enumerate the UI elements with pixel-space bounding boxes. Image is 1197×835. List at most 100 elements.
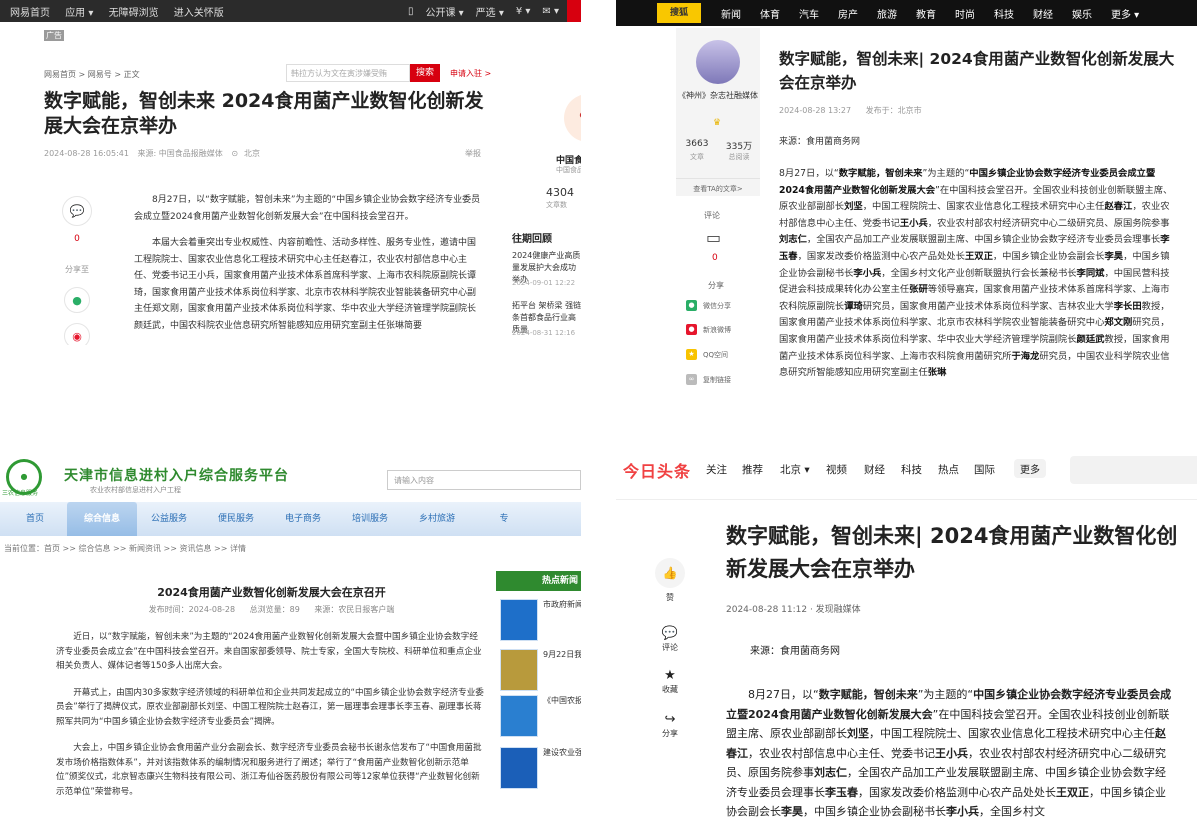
- nav-sports[interactable]: 体育: [760, 6, 780, 21]
- news-thumbnail: [500, 599, 538, 641]
- payment-menu[interactable]: ¥ ▾: [516, 6, 531, 17]
- nav-tech[interactable]: 科技: [901, 462, 922, 477]
- share-wechat[interactable]: ● 微信分享: [686, 300, 731, 311]
- nav-follow[interactable]: 关注: [706, 462, 727, 477]
- hot-news-item[interactable]: 市政府新闻办“2024中国节金秋消费”: [500, 599, 581, 645]
- author-avatar[interactable]: [696, 40, 740, 84]
- view-author-articles-link[interactable]: 查看TA的文章>: [676, 178, 760, 194]
- nav-more[interactable]: 更多 ▾: [1111, 6, 1139, 21]
- nav-ent[interactable]: 娱乐: [1072, 6, 1092, 21]
- login-button[interactable]: [567, 0, 581, 22]
- past-review-title: 往期回顾: [512, 234, 552, 245]
- accessibility-link[interactable]: 无障碍浏览: [109, 8, 159, 19]
- article-meta: 2024-08-28 11:12 · 发现融媒体: [726, 605, 861, 615]
- home-link[interactable]: 网易首页: [10, 8, 50, 19]
- yanxuan-menu[interactable]: 严选 ▾: [476, 4, 504, 19]
- netease-article-screenshot: 网易首页 应用 ▾ 无障碍浏览 进入关怀版 ▯ 公开课 ▾ 严选 ▾ ¥ ▾ ✉…: [0, 0, 581, 345]
- favorite-button[interactable]: ★ 收藏: [652, 668, 688, 695]
- mail-menu[interactable]: ✉ ▾: [542, 6, 559, 17]
- comment-icon[interactable]: 💬: [62, 196, 92, 226]
- wechat-icon[interactable]: ●: [64, 287, 90, 313]
- share-button[interactable]: ↪ 分享: [652, 712, 688, 739]
- share-label: 分享至: [65, 265, 89, 274]
- search-input[interactable]: 韩拉方认为文在寅涉嫌受贿: [286, 64, 410, 82]
- open-course-menu[interactable]: 公开课 ▾: [425, 4, 463, 19]
- top-bar: 今日头条 关注 推荐 北京 ▾ 视频 财经 科技 热点 国际 更多: [616, 440, 1197, 500]
- article-count: 3663: [685, 139, 709, 149]
- hot-news-text: 9月22日我七个中国农主场活动: [543, 650, 581, 659]
- publish-date: 2024-08-28 16:05:41: [44, 149, 129, 158]
- sohu-logo[interactable]: 搜狐: [657, 3, 701, 23]
- care-mode-link[interactable]: 进入关怀版: [174, 8, 224, 19]
- nav-edu[interactable]: 教育: [916, 6, 936, 21]
- view-count-label: 总阅读: [728, 153, 750, 161]
- publish-place: 发布于：北京市: [865, 106, 922, 115]
- nav-house[interactable]: 房产: [838, 6, 858, 21]
- hot-news-item[interactable]: 《中国农报告2023》——我国农: [500, 695, 581, 741]
- author-avatar[interactable]: ✿: [564, 94, 581, 142]
- nav-auto[interactable]: 汽车: [799, 6, 819, 21]
- menu-public-service[interactable]: 公益服务: [134, 502, 204, 536]
- copy-link[interactable]: ∞ 复制链接: [686, 374, 731, 385]
- nav-beijing[interactable]: 北京 ▾: [780, 462, 810, 477]
- article-meta: 2024-08-28 16:05:41 来源: 中国食品报融媒体 ⊙ 北京: [44, 148, 266, 159]
- nav-international[interactable]: 国际: [974, 462, 995, 477]
- weibo-icon[interactable]: ◉: [64, 323, 90, 345]
- share-label: 分享: [662, 729, 678, 738]
- register-link[interactable]: 申请入驻 >: [450, 68, 491, 79]
- comment-label: 评论: [704, 211, 720, 220]
- share-weibo[interactable]: ● 新浪微博: [686, 324, 731, 335]
- search-input[interactable]: [1070, 456, 1197, 484]
- toutiao-article-screenshot: 今日头条 关注 推荐 北京 ▾ 视频 财经 科技 热点 国际 更多 👍 赞 💬 …: [616, 440, 1197, 835]
- menu-home[interactable]: 首页: [0, 502, 70, 536]
- apps-menu[interactable]: 应用 ▾: [65, 8, 93, 19]
- link-icon: ∞: [686, 374, 697, 385]
- menu-ecommerce[interactable]: 电子商务: [268, 502, 338, 536]
- share-qzone[interactable]: ★ QQ空间: [686, 349, 728, 360]
- paragraph: 8月27日，以“数字赋能，智创未来”为主题的“中国乡镇企业协会数字经济专业委员会…: [134, 195, 481, 222]
- like-button[interactable]: 👍 赞: [652, 558, 688, 603]
- report-link[interactable]: 举报: [465, 148, 481, 159]
- comment-label: 评论: [662, 643, 678, 652]
- breadcrumb[interactable]: 当前位置：首页 >> 综合信息 >> 新闻资讯 >> 资讯信息 >> 详情: [4, 543, 246, 554]
- view-count: 335万: [725, 142, 753, 152]
- nav-video[interactable]: 视频: [826, 462, 847, 477]
- nav-finance[interactable]: 财经: [1033, 6, 1053, 21]
- article-count: 4304: [546, 186, 574, 199]
- menu-convenience[interactable]: 便民服务: [201, 502, 271, 536]
- nav-fashion[interactable]: 时尚: [955, 6, 975, 21]
- news-thumbnail: [500, 649, 538, 691]
- article-body: 8月27日，以“数字赋能，智创未来”为主题的“中国乡镇企业协会数字经济专业委员会…: [726, 688, 1172, 818]
- hot-news-text: 《中国农报告2023》——我国农: [543, 696, 581, 705]
- nav-recommend[interactable]: 推荐: [742, 462, 763, 477]
- menu-training[interactable]: 培训服务: [335, 502, 405, 536]
- hot-news-item[interactable]: 9月22日我七个中国农主场活动: [500, 649, 581, 695]
- nav-travel[interactable]: 旅游: [877, 6, 897, 21]
- menu-more[interactable]: 专: [469, 502, 539, 536]
- nav-finance[interactable]: 财经: [864, 462, 885, 477]
- past-item-date: 2024-09-01 12:22: [512, 279, 576, 287]
- search-input[interactable]: 请输入内容: [387, 470, 581, 490]
- author-name[interactable]: 《神州》杂志社融媒体: [678, 90, 758, 101]
- past-item-date: 2024-08-31 12:16: [512, 329, 576, 337]
- article-body: 近日，以“数字赋能，智创未来”为主题的“2024食用菌产业数智化创新发展大会暨中…: [56, 630, 486, 811]
- phone-icon[interactable]: ▯: [408, 6, 414, 17]
- breadcrumb[interactable]: 网易首页 > 网易号 > 正文: [44, 69, 140, 80]
- location-icon: ⊙: [231, 149, 239, 158]
- nav-more[interactable]: 更多: [1014, 459, 1046, 478]
- search-button[interactable]: 搜索: [410, 64, 440, 82]
- nav-tech[interactable]: 科技: [994, 6, 1014, 21]
- menu-general-info[interactable]: 综合信息: [67, 502, 137, 536]
- comment-button[interactable]: 💬 评论: [652, 626, 688, 653]
- comment-icon[interactable]: ▭: [706, 228, 721, 247]
- comment-count[interactable]: 0: [62, 234, 92, 244]
- toutiao-logo[interactable]: 今日头条: [623, 458, 691, 482]
- comment-count[interactable]: 0: [712, 253, 718, 263]
- article-meta: 发布时间：2024-08-28 总浏览量：89 来源：农民日报客户端: [0, 604, 543, 615]
- paragraph: 开幕式上，由国内30多家数字经济领域的科研单位和企业共同发起成立的“中国乡镇企业…: [56, 687, 484, 727]
- menu-rural-travel[interactable]: 乡村旅游: [402, 502, 472, 536]
- nav-hot[interactable]: 热点: [938, 462, 959, 477]
- weibo-icon: ●: [686, 324, 697, 335]
- hot-news-item[interactable]: 建设农业强技力量 擦技成果供给: [500, 747, 581, 793]
- nav-news[interactable]: 新闻: [721, 6, 741, 21]
